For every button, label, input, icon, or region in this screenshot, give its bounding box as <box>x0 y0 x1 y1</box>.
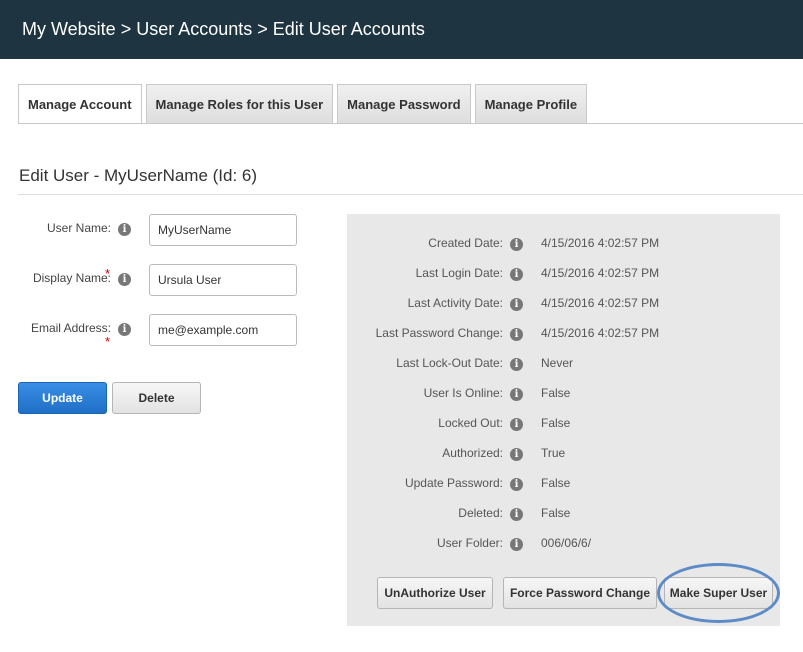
info-value: False <box>541 506 571 520</box>
info-value: 4/15/2016 4:02:57 PM <box>541 266 660 280</box>
info-row-last-activity: Last Activity Date: i 4/15/2016 4:02:57 … <box>347 294 780 314</box>
page-title: Edit User - MyUserName (Id: 6) <box>19 166 258 185</box>
info-icon[interactable]: i <box>510 418 523 431</box>
required-marker: * <box>105 334 111 349</box>
tab-label: Manage Password <box>347 96 461 112</box>
required-marker: * <box>105 266 111 281</box>
info-label: User Folder: <box>436 536 503 550</box>
email-input[interactable] <box>149 314 297 346</box>
delete-button[interactable]: Delete <box>112 382 201 414</box>
displayname-input[interactable] <box>149 264 297 296</box>
info-icon[interactable]: i <box>510 238 523 251</box>
tab-manage-roles[interactable]: Manage Roles for this User <box>145 84 334 123</box>
update-button[interactable]: Update <box>18 382 107 414</box>
info-label: User Is Online: <box>423 386 503 400</box>
info-icon[interactable]: i <box>118 323 131 336</box>
info-label: Created Date: <box>428 236 503 250</box>
info-row-user-folder: User Folder: i 006/06/6/ <box>347 534 780 554</box>
info-row-last-login: Last Login Date: i 4/15/2016 4:02:57 PM <box>347 264 780 284</box>
tab-label: Manage Account <box>28 97 132 112</box>
tab-label: Manage Profile <box>484 96 578 112</box>
info-icon[interactable]: i <box>510 448 523 461</box>
info-row-last-lockout: Last Lock-Out Date: i Never <box>347 354 780 374</box>
info-label: Deleted: <box>458 506 503 520</box>
info-row-last-password-change: Last Password Change: i 4/15/2016 4:02:5… <box>347 324 780 344</box>
info-value: False <box>541 386 571 400</box>
make-super-user-button[interactable]: Make Super User <box>664 577 773 609</box>
info-row-created-date: Created Date: i 4/15/2016 4:02:57 PM <box>347 234 780 254</box>
username-label: User Name: <box>46 221 111 235</box>
breadcrumb-header: My Website > User Accounts > Edit User A… <box>0 0 803 59</box>
info-row-locked-out: Locked Out: i False <box>347 414 780 434</box>
info-value: True <box>541 446 566 460</box>
tab-label: Manage Roles for this User <box>155 96 324 112</box>
tab-manage-account[interactable]: Manage Account <box>18 84 142 124</box>
make-super-user-label: Make Super User <box>669 586 768 600</box>
info-value: Never <box>541 356 574 370</box>
info-row-user-online: User Is Online: i False <box>347 384 780 404</box>
info-icon[interactable]: i <box>118 223 131 236</box>
info-row-deleted: Deleted: i False <box>347 504 780 524</box>
displayname-label: Display Name: <box>32 271 111 285</box>
info-value: False <box>541 416 571 430</box>
info-label: Last Lock-Out Date: <box>396 356 503 370</box>
info-icon[interactable]: i <box>510 538 523 551</box>
info-icon[interactable]: i <box>118 273 131 286</box>
info-icon[interactable]: i <box>510 298 523 311</box>
unauthorize-user-label: UnAuthorize User <box>384 586 486 600</box>
force-password-change-label: Force Password Change <box>509 586 651 600</box>
info-label: Locked Out: <box>438 416 503 430</box>
info-row-update-password: Update Password: i False <box>347 474 780 494</box>
info-icon[interactable]: i <box>510 358 523 371</box>
unauthorize-user-button[interactable]: UnAuthorize User <box>377 577 493 609</box>
breadcrumb: My Website > User Accounts > Edit User A… <box>22 19 425 39</box>
tab-divider <box>18 123 803 124</box>
tab-manage-profile[interactable]: Manage Profile <box>474 84 588 123</box>
info-value: 4/15/2016 4:02:57 PM <box>541 296 660 310</box>
info-label: Last Login Date: <box>415 266 503 280</box>
username-input[interactable] <box>149 214 297 246</box>
update-button-label: Update <box>42 391 83 405</box>
info-label: Last Password Change: <box>375 326 503 340</box>
title-divider <box>18 194 803 195</box>
info-icon[interactable]: i <box>510 388 523 401</box>
info-row-authorized: Authorized: i True <box>347 444 780 464</box>
info-label: Update Password: <box>404 476 503 490</box>
info-value: 4/15/2016 4:02:57 PM <box>541 326 660 340</box>
email-label: Email Address: <box>30 321 111 335</box>
info-icon[interactable]: i <box>510 268 523 281</box>
info-value: 4/15/2016 4:02:57 PM <box>541 236 660 250</box>
info-label: Last Activity Date: <box>407 296 503 310</box>
tab-manage-password[interactable]: Manage Password <box>337 84 471 123</box>
info-icon[interactable]: i <box>510 328 523 341</box>
force-password-change-button[interactable]: Force Password Change <box>503 577 657 609</box>
info-label: Authorized: <box>442 446 503 460</box>
info-icon[interactable]: i <box>510 508 523 521</box>
info-value: False <box>541 476 571 490</box>
user-info-panel: Created Date: i 4/15/2016 4:02:57 PM Las… <box>347 214 780 626</box>
delete-button-label: Delete <box>138 391 175 405</box>
info-value: 006/06/6/ <box>541 536 592 550</box>
tab-bar: Manage Account Manage Roles for this Use… <box>18 84 591 124</box>
info-icon[interactable]: i <box>510 478 523 491</box>
